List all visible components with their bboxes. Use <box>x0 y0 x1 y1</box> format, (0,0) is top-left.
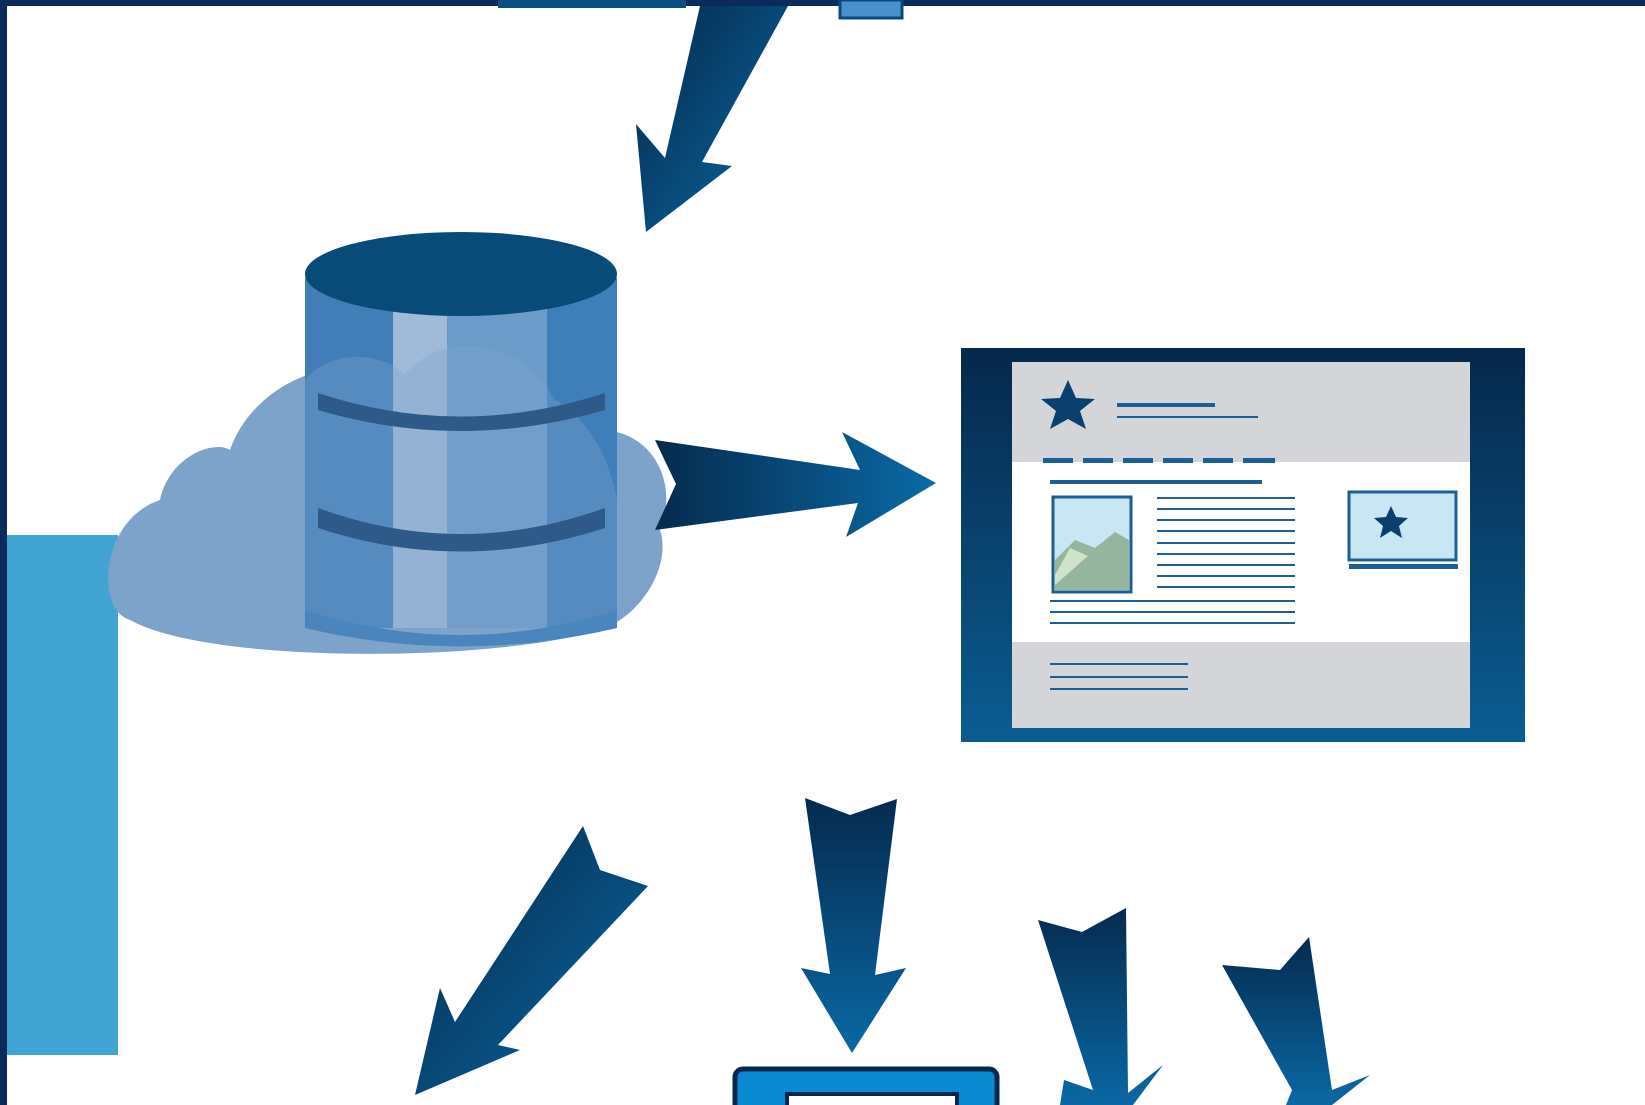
arrow-webpage-to-bottom-right-1 <box>1038 908 1163 1105</box>
frame-left-edge <box>0 0 7 1105</box>
arrow-database-to-webpage <box>655 432 936 537</box>
cloud-database-icon <box>108 232 667 654</box>
accent-bar <box>0 535 118 1055</box>
arrow-webpage-to-laptop <box>801 798 906 1053</box>
video-thumbnail-icon <box>1347 490 1458 569</box>
workflow-diagram <box>0 0 1525 1105</box>
image-frame <box>0 0 1645 1105</box>
arrow-webpage-to-bottom-left <box>415 826 648 1095</box>
laptop-icon <box>732 1066 1000 1105</box>
arrow-top-to-database <box>636 6 788 232</box>
arrow-webpage-to-bottom-right-2 <box>1222 937 1370 1105</box>
image-thumbnail-icon <box>1051 495 1133 594</box>
web-page-icon <box>961 348 1525 742</box>
